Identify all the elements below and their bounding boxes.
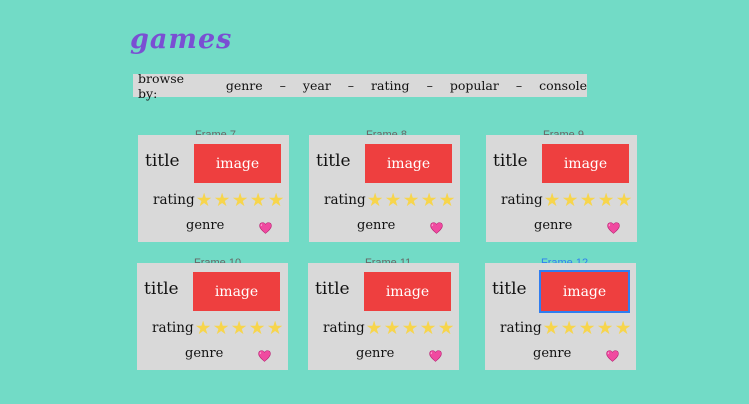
star-icon xyxy=(438,320,454,335)
star-icon xyxy=(597,320,613,335)
game-title: title xyxy=(145,151,180,171)
game-title: title xyxy=(315,279,350,299)
star-icon xyxy=(367,192,383,207)
page-title: games xyxy=(130,24,233,55)
star-icon xyxy=(267,320,283,335)
star-icon xyxy=(213,320,229,335)
star-icon xyxy=(579,320,595,335)
rating-label: rating xyxy=(500,320,542,336)
game-card[interactable]: title image rating genre xyxy=(486,135,637,242)
browse-console-link[interactable]: console xyxy=(539,78,587,93)
game-title: title xyxy=(144,279,179,299)
star-icon xyxy=(421,192,437,207)
star-icon xyxy=(214,192,230,207)
star-rating xyxy=(196,192,287,208)
browse-label: browse by: xyxy=(138,70,185,101)
star-icon xyxy=(384,320,400,335)
rating-row: rating xyxy=(501,192,635,208)
star-icon xyxy=(439,192,455,207)
rating-label: rating xyxy=(153,192,195,208)
star-rating xyxy=(544,192,635,208)
star-icon xyxy=(598,192,614,207)
game-card[interactable]: title image rating genre xyxy=(138,135,289,242)
star-icon xyxy=(562,192,578,207)
game-card[interactable]: title image rating genre xyxy=(485,263,636,370)
star-icon xyxy=(231,320,247,335)
rating-label: rating xyxy=(152,320,194,336)
browse-bar: browse by: genre – year – rating – popul… xyxy=(133,71,587,101)
star-icon xyxy=(250,192,266,207)
star-icon xyxy=(196,192,212,207)
star-icon xyxy=(580,192,596,207)
star-icon xyxy=(616,192,632,207)
game-image[interactable]: image xyxy=(542,144,629,183)
browse-genre-link[interactable]: genre xyxy=(226,78,263,93)
heart-icon[interactable] xyxy=(606,350,619,362)
game-card[interactable]: title image rating genre xyxy=(308,263,459,370)
browse-rating-link[interactable]: rating xyxy=(371,78,410,93)
star-icon xyxy=(402,320,418,335)
star-icon xyxy=(543,320,559,335)
star-rating xyxy=(367,192,458,208)
genre-label: genre xyxy=(185,346,224,361)
star-icon xyxy=(268,192,284,207)
star-icon xyxy=(385,192,401,207)
game-card[interactable]: title image rating genre xyxy=(309,135,460,242)
star-icon xyxy=(232,192,248,207)
star-icon xyxy=(615,320,631,335)
star-icon xyxy=(195,320,211,335)
heart-icon[interactable] xyxy=(259,222,272,234)
separator: – xyxy=(279,78,286,93)
rating-row: rating xyxy=(324,192,458,208)
game-title: title xyxy=(493,151,528,171)
game-title: title xyxy=(492,279,527,299)
star-icon xyxy=(420,320,436,335)
genre-label: genre xyxy=(533,346,572,361)
genre-label: genre xyxy=(357,218,396,233)
separator: – xyxy=(515,78,523,93)
genre-label: genre xyxy=(186,218,225,233)
game-image[interactable]: image xyxy=(193,272,280,311)
heart-icon[interactable] xyxy=(430,222,443,234)
star-icon xyxy=(403,192,419,207)
game-image[interactable]: image xyxy=(365,144,452,183)
star-rating xyxy=(195,320,286,336)
separator: – xyxy=(426,78,433,93)
star-rating xyxy=(366,320,457,336)
genre-label: genre xyxy=(534,218,573,233)
heart-icon[interactable] xyxy=(429,350,442,362)
game-image[interactable]: image xyxy=(539,270,630,313)
browse-popular-link[interactable]: popular xyxy=(450,78,499,93)
game-title: title xyxy=(316,151,351,171)
rating-row: rating xyxy=(153,192,287,208)
rating-label: rating xyxy=(324,192,366,208)
genre-label: genre xyxy=(356,346,395,361)
heart-icon[interactable] xyxy=(607,222,620,234)
star-icon xyxy=(544,192,560,207)
star-icon xyxy=(249,320,265,335)
separator: – xyxy=(347,78,355,93)
heart-icon[interactable] xyxy=(258,350,271,362)
game-image[interactable]: image xyxy=(194,144,281,183)
game-image[interactable]: image xyxy=(364,272,451,311)
star-icon xyxy=(561,320,577,335)
star-icon xyxy=(366,320,382,335)
rating-row: rating xyxy=(323,320,457,336)
star-rating xyxy=(543,320,634,336)
game-card[interactable]: title image rating genre xyxy=(137,263,288,370)
rating-label: rating xyxy=(323,320,365,336)
browse-year-link[interactable]: year xyxy=(303,78,331,93)
rating-row: rating xyxy=(152,320,286,336)
rating-row: rating xyxy=(500,320,634,336)
rating-label: rating xyxy=(501,192,543,208)
